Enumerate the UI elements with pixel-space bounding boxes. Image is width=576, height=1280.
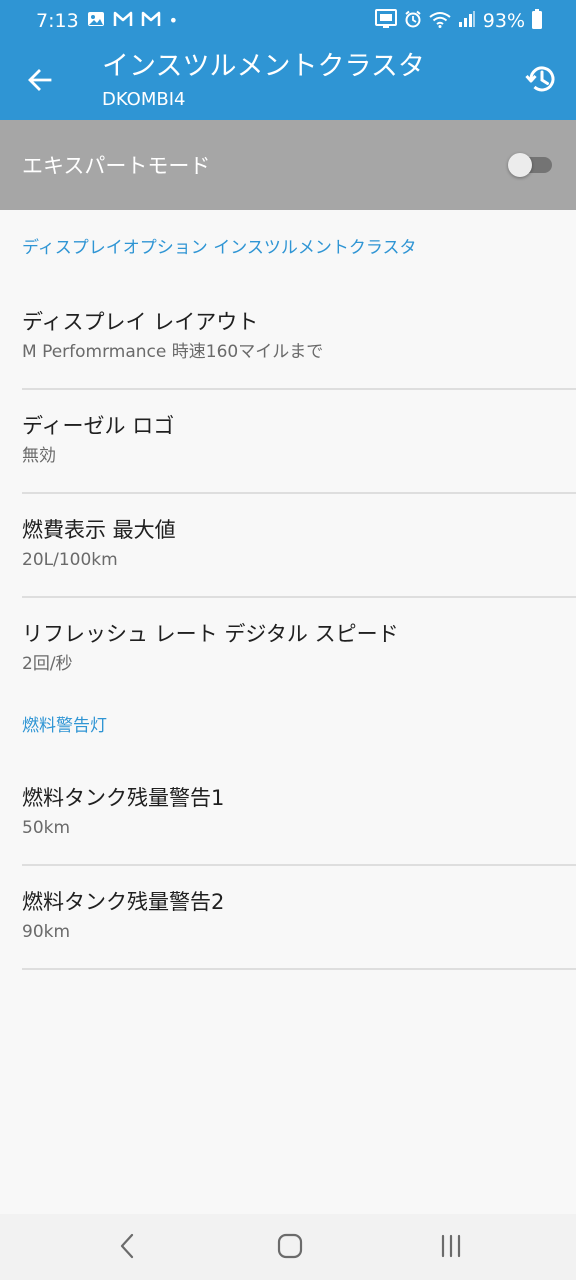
pref-title: ディーゼル ロゴ <box>22 414 175 438</box>
expert-mode-bar[interactable]: エキスパートモード <box>0 120 576 210</box>
recents-icon <box>439 1234 463 1262</box>
nav-home-button[interactable] <box>270 1228 310 1268</box>
gallery-icon <box>87 10 105 33</box>
title-block: インスツルメントクラスタ DKOMBI4 <box>102 50 425 112</box>
divider <box>22 968 576 970</box>
status-right: 93% <box>374 8 542 34</box>
pref-display-layout[interactable]: ディスプレイ レイアウト M Perfomrmance 時速160マイルまで <box>0 286 576 390</box>
battery-icon <box>532 8 542 34</box>
status-bar: 7:13 • 93% <box>0 0 576 42</box>
alarm-icon <box>404 10 422 33</box>
status-time: 7:13 <box>36 10 79 32</box>
system-nav-bar <box>0 1214 576 1280</box>
notification-dot: • <box>168 11 179 30</box>
pref-title: 燃料タンク残量警告2 <box>22 890 225 914</box>
section-header-fuel-warning: 燃料警告灯 <box>22 716 107 736</box>
pref-title: リフレッシュ レート デジタル スピード <box>22 622 399 646</box>
status-left: 7:13 • <box>36 10 178 33</box>
pref-summary: 90km <box>22 922 71 942</box>
nav-recents-button[interactable] <box>431 1228 471 1268</box>
toggle-thumb <box>508 153 532 177</box>
wifi-icon <box>429 10 451 33</box>
pref-fuel-warning-1[interactable]: 燃料タンク残量警告1 50km <box>0 762 576 866</box>
expert-mode-toggle[interactable] <box>508 153 554 177</box>
gmail-icon <box>141 10 161 32</box>
signal-icon <box>458 10 476 33</box>
pref-refresh-rate[interactable]: リフレッシュ レート デジタル スピード 2回/秒 <box>0 598 576 690</box>
back-arrow-icon <box>27 67 53 97</box>
home-icon <box>277 1233 303 1263</box>
section-header-display-options: ディスプレイオプション インスツルメントクラスタ <box>22 238 417 258</box>
pref-fuel-display-max[interactable]: 燃費表示 最大値 20L/100km <box>0 494 576 598</box>
app-bar: インスツルメントクラスタ DKOMBI4 <box>0 42 576 120</box>
pref-summary: 50km <box>22 818 71 838</box>
pref-title: 燃費表示 最大値 <box>22 518 176 542</box>
cast-icon <box>374 8 397 34</box>
battery-percent: 93% <box>482 10 525 32</box>
gmail-icon <box>113 10 133 32</box>
settings-list: ディスプレイオプション インスツルメントクラスタ ディスプレイ レイアウト M … <box>0 210 576 970</box>
pref-summary: M Perfomrmance 時速160マイルまで <box>22 342 324 362</box>
page-subtitle: DKOMBI4 <box>102 89 186 110</box>
nav-back-button[interactable] <box>108 1228 148 1268</box>
pref-title: 燃料タンク残量警告1 <box>22 786 225 810</box>
pref-summary: 2回/秒 <box>22 654 73 674</box>
expert-mode-label: エキスパートモード <box>22 154 211 178</box>
back-button[interactable] <box>18 60 62 104</box>
history-icon <box>524 62 558 100</box>
pref-diesel-logo[interactable]: ディーゼル ロゴ 無効 <box>0 390 576 494</box>
pref-title: ディスプレイ レイアウト <box>22 310 259 334</box>
pref-summary: 20L/100km <box>22 550 118 570</box>
pref-fuel-warning-2[interactable]: 燃料タンク残量警告2 90km <box>0 866 576 970</box>
pref-summary: 無効 <box>22 446 56 466</box>
chevron-left-icon <box>118 1233 138 1263</box>
history-button[interactable] <box>518 58 564 104</box>
page-title: インスツルメントクラスタ <box>102 51 425 82</box>
